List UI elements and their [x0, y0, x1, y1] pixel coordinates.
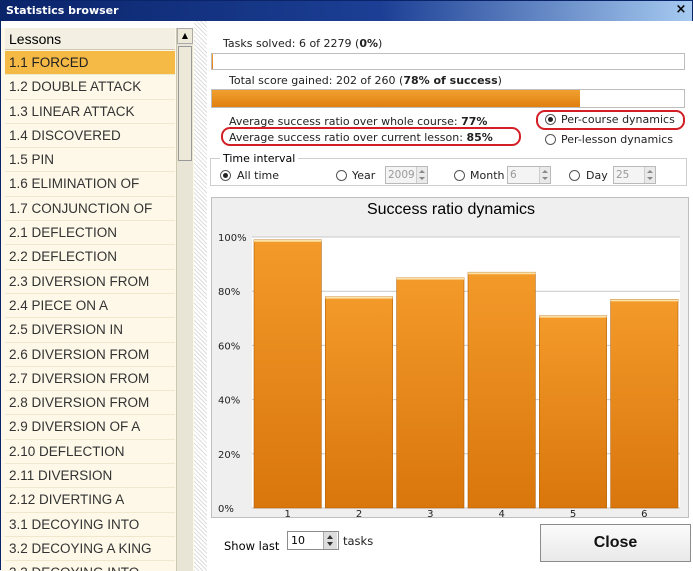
lesson-item[interactable]: 1.5 PIN [5, 148, 175, 173]
close-icon[interactable]: × [674, 3, 688, 17]
bar [539, 315, 607, 509]
bar [396, 277, 465, 509]
x-tick-label: 2 [356, 509, 362, 517]
lesson-item[interactable]: 2.3 DIVERSION FROM [5, 269, 175, 294]
lesson-item[interactable]: 2.10 DEFLECTION [5, 439, 175, 465]
x-tick-label: 4 [498, 509, 504, 517]
stats-panel: Tasks solved: 6 of 2279 (0%) Total score… [207, 21, 693, 571]
highlight-oval-lesson [221, 127, 521, 146]
score-text: Total score gained: 202 of 260 (78% of s… [229, 74, 502, 87]
lesson-item[interactable]: 3.1 DECOYING INTO [5, 512, 175, 537]
score-progress-bar [211, 89, 685, 108]
lessons-header: Lessons [5, 28, 175, 50]
tasks-progress-fill [212, 54, 214, 69]
show-last-spin-icon[interactable] [323, 532, 337, 549]
month-value: 6 [510, 169, 517, 181]
tasks-unit-label: tasks [343, 534, 374, 548]
lesson-item[interactable]: 1.3 LINEAR ATTACK [5, 99, 175, 124]
scroll-thumb[interactable] [178, 46, 192, 161]
lessons-panel: Lessons 1.1 FORCED 1.2 DOUBLE ATTACK 1.3 L… [1, 28, 196, 571]
per-lesson-radio[interactable] [545, 134, 556, 145]
time-interval-title: Time interval [220, 152, 299, 165]
y-tick-label: 40% [218, 396, 240, 407]
lessons-scrollbar[interactable]: ▲ [176, 28, 193, 571]
day-spinner[interactable]: 25 [613, 166, 656, 184]
month-radio[interactable] [454, 170, 465, 181]
bar [325, 296, 393, 509]
window-title: Statistics browser [6, 4, 119, 17]
y-tick-label: 0% [218, 504, 234, 515]
year-spinner[interactable]: 2009 [385, 166, 428, 184]
bar [467, 271, 536, 509]
scroll-up-icon[interactable]: ▲ [177, 28, 193, 44]
month-label[interactable]: Month [470, 169, 504, 182]
all-time-label[interactable]: All time [237, 169, 279, 182]
splitter[interactable] [194, 21, 207, 571]
per-lesson-label[interactable]: Per-lesson dynamics [561, 133, 673, 146]
day-spin-icon[interactable] [644, 167, 655, 183]
score-progress-fill [212, 90, 581, 107]
x-tick-label: 5 [570, 509, 576, 517]
year-spin-icon[interactable] [416, 167, 427, 183]
lesson-item[interactable]: 2.7 DIVERSION FROM [5, 366, 175, 392]
lesson-item[interactable]: 2.8 DIVERSION FROM [5, 391, 175, 416]
day-radio[interactable] [569, 170, 580, 181]
lesson-item[interactable]: 1.2 DOUBLE ATTACK [5, 75, 175, 100]
day-value: 25 [616, 169, 630, 181]
lesson-item[interactable]: 2.1 DEFLECTION [5, 221, 175, 246]
lesson-item[interactable]: 1.6 ELIMINATION OF [5, 172, 175, 197]
lesson-item[interactable]: 1.7 CONJUNCTION OF [5, 196, 175, 222]
per-course-radio[interactable] [545, 114, 556, 125]
year-radio[interactable] [336, 170, 347, 181]
lesson-list[interactable]: 1.1 FORCED 1.2 DOUBLE ATTACK 1.3 LINEAR AT… [5, 51, 175, 571]
title-bar: Statistics browser × [1, 1, 692, 21]
tasks-solved-text: Tasks solved: 6 of 2279 (0%) [223, 37, 383, 50]
lesson-item[interactable]: 1.1 FORCED [5, 51, 175, 76]
x-tick-label: 1 [284, 509, 290, 517]
lesson-item[interactable]: 2.6 DIVERSION FROM [5, 342, 175, 367]
year-label[interactable]: Year [352, 169, 375, 182]
lesson-item[interactable]: 2.5 DIVERSION IN [5, 318, 175, 343]
chart-plot: 0% 20% 40% 60% 80% 100% 1 2 3 4 5 6 [218, 233, 680, 517]
month-spin-icon[interactable] [539, 167, 550, 183]
year-value: 2009 [388, 169, 415, 181]
lesson-item[interactable]: 2.9 DIVERSION OF A [5, 415, 175, 440]
show-last-label: Show last [224, 539, 280, 553]
lesson-item[interactable]: 2.4 PIECE ON A [5, 293, 175, 319]
y-tick-label: 100% [218, 233, 247, 244]
statistics-window: Statistics browser × Lessons 1.1 FORCED 1… [0, 0, 693, 571]
success-ratio-chart: Success ratio dynamics 0% 20% 40% 60% 80% 100… [211, 197, 689, 518]
lesson-item[interactable]: 2.11 DIVERSION [5, 464, 175, 489]
y-tick-label: 80% [218, 287, 240, 298]
bar [253, 239, 322, 509]
all-time-radio[interactable] [220, 170, 231, 181]
day-label[interactable]: Day [586, 169, 608, 182]
y-tick-label: 60% [218, 341, 240, 352]
lesson-item[interactable]: 3.2 DECOYING A KING [5, 536, 175, 562]
x-tick-label: 3 [427, 509, 433, 517]
month-spinner[interactable]: 6 [507, 166, 551, 184]
tasks-progress-bar [211, 53, 685, 70]
lesson-item[interactable]: 2.2 DEFLECTION [5, 245, 175, 270]
x-tick-label: 6 [641, 509, 647, 517]
lesson-item[interactable]: 1.4 DISCOVERED [5, 123, 175, 149]
close-button[interactable]: Close [540, 524, 691, 562]
y-tick-label: 20% [218, 450, 240, 461]
bar [610, 299, 679, 509]
per-course-label[interactable]: Per-course dynamics [561, 113, 675, 126]
lesson-item[interactable]: 2.12 DIVERTING A [5, 488, 175, 513]
